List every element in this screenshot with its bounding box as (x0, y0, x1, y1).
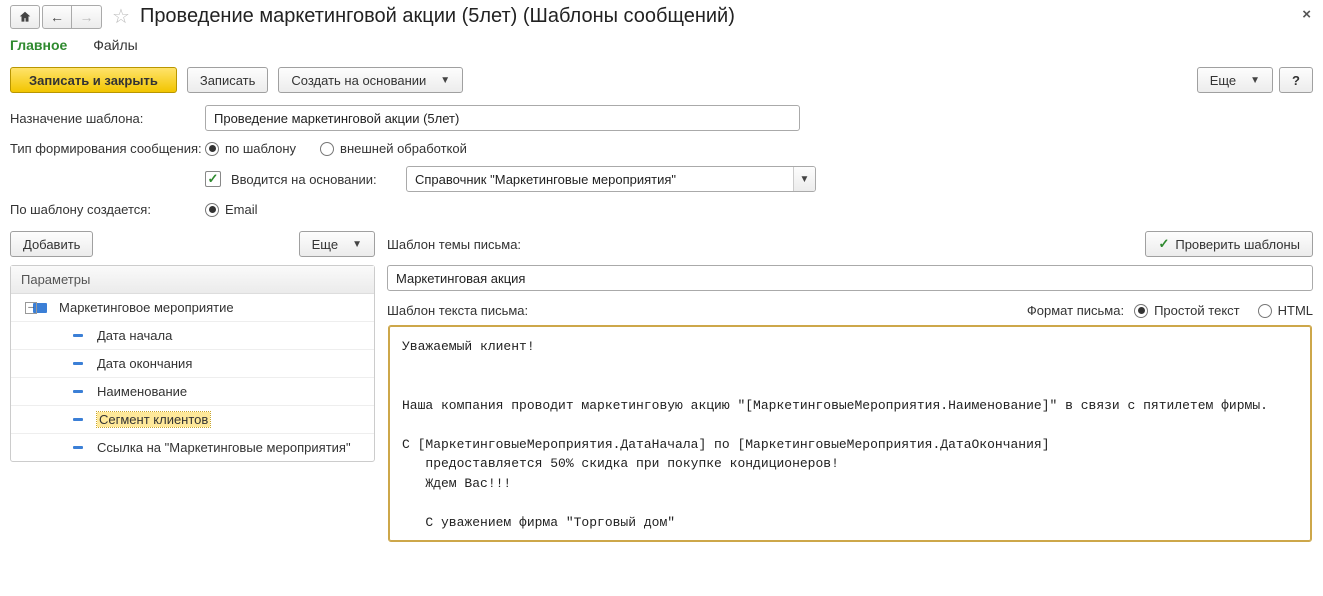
tree-item[interactable]: Дата окончания (11, 350, 374, 378)
tree-item-label: Ссылка на "Маркетинговые мероприятия" (97, 440, 351, 455)
body-textarea[interactable]: Уважаемый клиент! Наша компания проводит… (389, 326, 1311, 541)
msg-type-label: Тип формирования сообщения: (10, 141, 205, 156)
subject-label: Шаблон темы письма: (387, 237, 521, 252)
tree-item-label: Дата начала (97, 328, 172, 343)
tree-item-icon (73, 390, 83, 393)
create-based-on-button[interactable]: Создать на основании ▼ (278, 67, 463, 93)
combo-dropdown-button[interactable]: ▼ (793, 167, 815, 191)
tree-item[interactable]: Дата начала (11, 322, 374, 350)
caret-down-icon: ▼ (1250, 75, 1260, 86)
tab-main[interactable]: Главное (10, 37, 67, 53)
radio-dot-icon (205, 203, 219, 217)
radio-dot-icon (320, 142, 334, 156)
subject-input[interactable] (387, 265, 1313, 291)
back-button[interactable]: ← (42, 5, 72, 29)
radio-html-label: HTML (1278, 303, 1313, 318)
forward-button: → (72, 5, 102, 29)
caret-down-icon: ▼ (800, 174, 810, 185)
tree-item-label: Наименование (97, 384, 187, 399)
radio-external[interactable]: внешней обработкой (320, 141, 467, 156)
close-button[interactable]: × (1302, 6, 1311, 23)
based-on-value: Справочник "Маркетинговые мероприятия" (407, 167, 793, 191)
tree-item-icon (73, 418, 83, 421)
based-on-label: Вводится на основании: (231, 172, 406, 187)
check-templates-button[interactable]: Проверить шаблоны (1145, 231, 1313, 257)
more-button[interactable]: Еще ▼ (1197, 67, 1273, 93)
tree-item-icon (73, 446, 83, 449)
radio-dot-icon (205, 142, 219, 156)
tree-item-label: Дата окончания (97, 356, 192, 371)
based-on-checkbox[interactable]: ✓ (205, 171, 221, 187)
format-label: Формат письма: (1027, 303, 1124, 318)
home-icon (18, 10, 32, 24)
radio-by-template[interactable]: по шаблону (205, 141, 296, 156)
tab-files[interactable]: Файлы (93, 37, 137, 53)
tree-item-label: Сегмент клиентов (97, 412, 210, 427)
creates-label: По шаблону создается: (10, 202, 205, 217)
create-based-on-label: Создать на основании (291, 73, 426, 88)
tree-collapse-icon[interactable]: – (25, 302, 37, 314)
purpose-input[interactable] (205, 105, 800, 131)
tree-item-icon (73, 362, 83, 365)
check-templates-label: Проверить шаблоны (1175, 237, 1300, 252)
radio-html[interactable]: HTML (1258, 303, 1313, 318)
tree-root-node[interactable]: – Маркетинговое мероприятие (11, 294, 374, 322)
body-label: Шаблон текста письма: (387, 303, 528, 318)
arrow-left-icon: ← (50, 9, 64, 25)
arrow-right-icon: → (80, 9, 94, 25)
add-button[interactable]: Добавить (10, 231, 93, 257)
radio-email[interactable]: Email (205, 202, 258, 217)
caret-down-icon: ▼ (352, 239, 362, 250)
radio-dot-icon (1258, 304, 1272, 318)
write-and-close-button[interactable]: Записать и закрыть (10, 67, 177, 93)
parameters-header: Параметры (11, 266, 374, 294)
purpose-label: Назначение шаблона: (10, 111, 205, 126)
caret-down-icon: ▼ (440, 75, 450, 86)
tree-item[interactable]: Ссылка на "Маркетинговые мероприятия" (11, 434, 374, 461)
radio-plain-label: Простой текст (1154, 303, 1240, 318)
left-more-button[interactable]: Еще ▼ (299, 231, 375, 257)
radio-dot-icon (1134, 304, 1148, 318)
radio-email-label: Email (225, 202, 258, 217)
home-button[interactable] (10, 5, 40, 29)
tree-item-icon (73, 334, 83, 337)
favorite-star-icon[interactable]: ☆ (112, 4, 130, 29)
tree-root-label: Маркетинговое мероприятие (59, 300, 234, 315)
based-on-combo[interactable]: Справочник "Маркетинговые мероприятия" ▼ (406, 166, 816, 192)
radio-external-label: внешней обработкой (340, 141, 467, 156)
parameters-tree: Параметры – Маркетинговое мероприятие Да… (10, 265, 375, 462)
tree-item[interactable]: Наименование (11, 378, 374, 406)
radio-plain-text[interactable]: Простой текст (1134, 303, 1240, 318)
tree-item-selected[interactable]: Сегмент клиентов (11, 406, 374, 434)
page-title: Проведение маркетинговой акции (5лет) (Ш… (140, 5, 735, 28)
radio-by-template-label: по шаблону (225, 141, 296, 156)
write-button[interactable]: Записать (187, 67, 269, 93)
more-label: Еще (1210, 73, 1236, 88)
left-more-label: Еще (312, 237, 338, 252)
help-button[interactable]: ? (1279, 67, 1313, 93)
